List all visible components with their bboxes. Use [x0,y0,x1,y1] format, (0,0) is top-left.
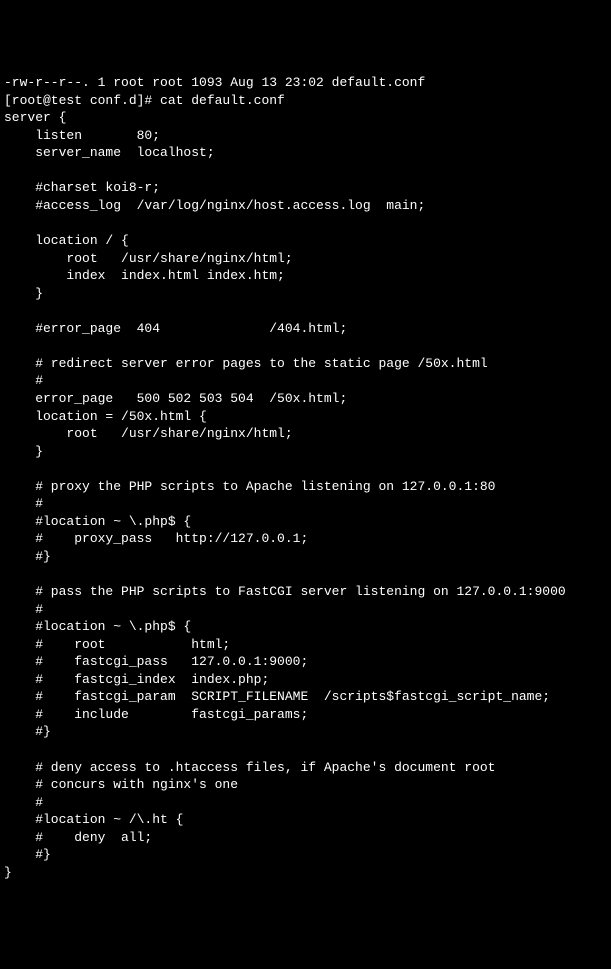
terminal-line: root /usr/share/nginx/html; [4,250,607,268]
terminal-line [4,215,607,233]
terminal-line: #location ~ \.php$ { [4,513,607,531]
terminal-line: -rw-r--r--. 1 root root 1093 Aug 13 23:0… [4,74,607,92]
terminal-line: # deny access to .htaccess files, if Apa… [4,759,607,777]
terminal-line: # fastcgi_index index.php; [4,671,607,689]
terminal-line: # redirect server error pages to the sta… [4,355,607,373]
terminal-line: # proxy_pass http://127.0.0.1; [4,530,607,548]
terminal-line: #charset koi8-r; [4,179,607,197]
terminal-line: # proxy the PHP scripts to Apache listen… [4,478,607,496]
terminal-line: [root@test conf.d]# cat default.conf [4,92,607,110]
terminal-line: server_name localhost; [4,144,607,162]
terminal-line: # include fastcgi_params; [4,706,607,724]
terminal-line: #error_page 404 /404.html; [4,320,607,338]
terminal-line: # [4,794,607,812]
terminal-line [4,302,607,320]
terminal-line: listen 80; [4,127,607,145]
terminal-line [4,741,607,759]
terminal-line: #access_log /var/log/nginx/host.access.l… [4,197,607,215]
terminal-line: # concurs with nginx's one [4,776,607,794]
terminal-line: # fastcgi_pass 127.0.0.1:9000; [4,653,607,671]
terminal-line: location = /50x.html { [4,408,607,426]
terminal-line: #location ~ \.php$ { [4,618,607,636]
terminal-line: #} [4,846,607,864]
terminal-line [4,460,607,478]
terminal-line: #location ~ /\.ht { [4,811,607,829]
terminal-line: # [4,601,607,619]
terminal-line [4,566,607,584]
terminal-line: error_page 500 502 503 504 /50x.html; [4,390,607,408]
terminal-line: location / { [4,232,607,250]
terminal-line: # deny all; [4,829,607,847]
terminal-line: #} [4,723,607,741]
terminal-line: # pass the PHP scripts to FastCGI server… [4,583,607,601]
terminal-line: # [4,372,607,390]
terminal-line: index index.html index.htm; [4,267,607,285]
terminal-line: # [4,495,607,513]
terminal-line: server { [4,109,607,127]
terminal-line: root /usr/share/nginx/html; [4,425,607,443]
terminal-line [4,337,607,355]
terminal-line: # fastcgi_param SCRIPT_FILENAME /scripts… [4,688,607,706]
terminal-line: } [4,443,607,461]
terminal-line: #} [4,548,607,566]
terminal-line: # root html; [4,636,607,654]
terminal-line: } [4,864,607,882]
terminal-line: } [4,285,607,303]
terminal-line [4,162,607,180]
terminal-output[interactable]: -rw-r--r--. 1 root root 1093 Aug 13 23:0… [4,74,607,881]
